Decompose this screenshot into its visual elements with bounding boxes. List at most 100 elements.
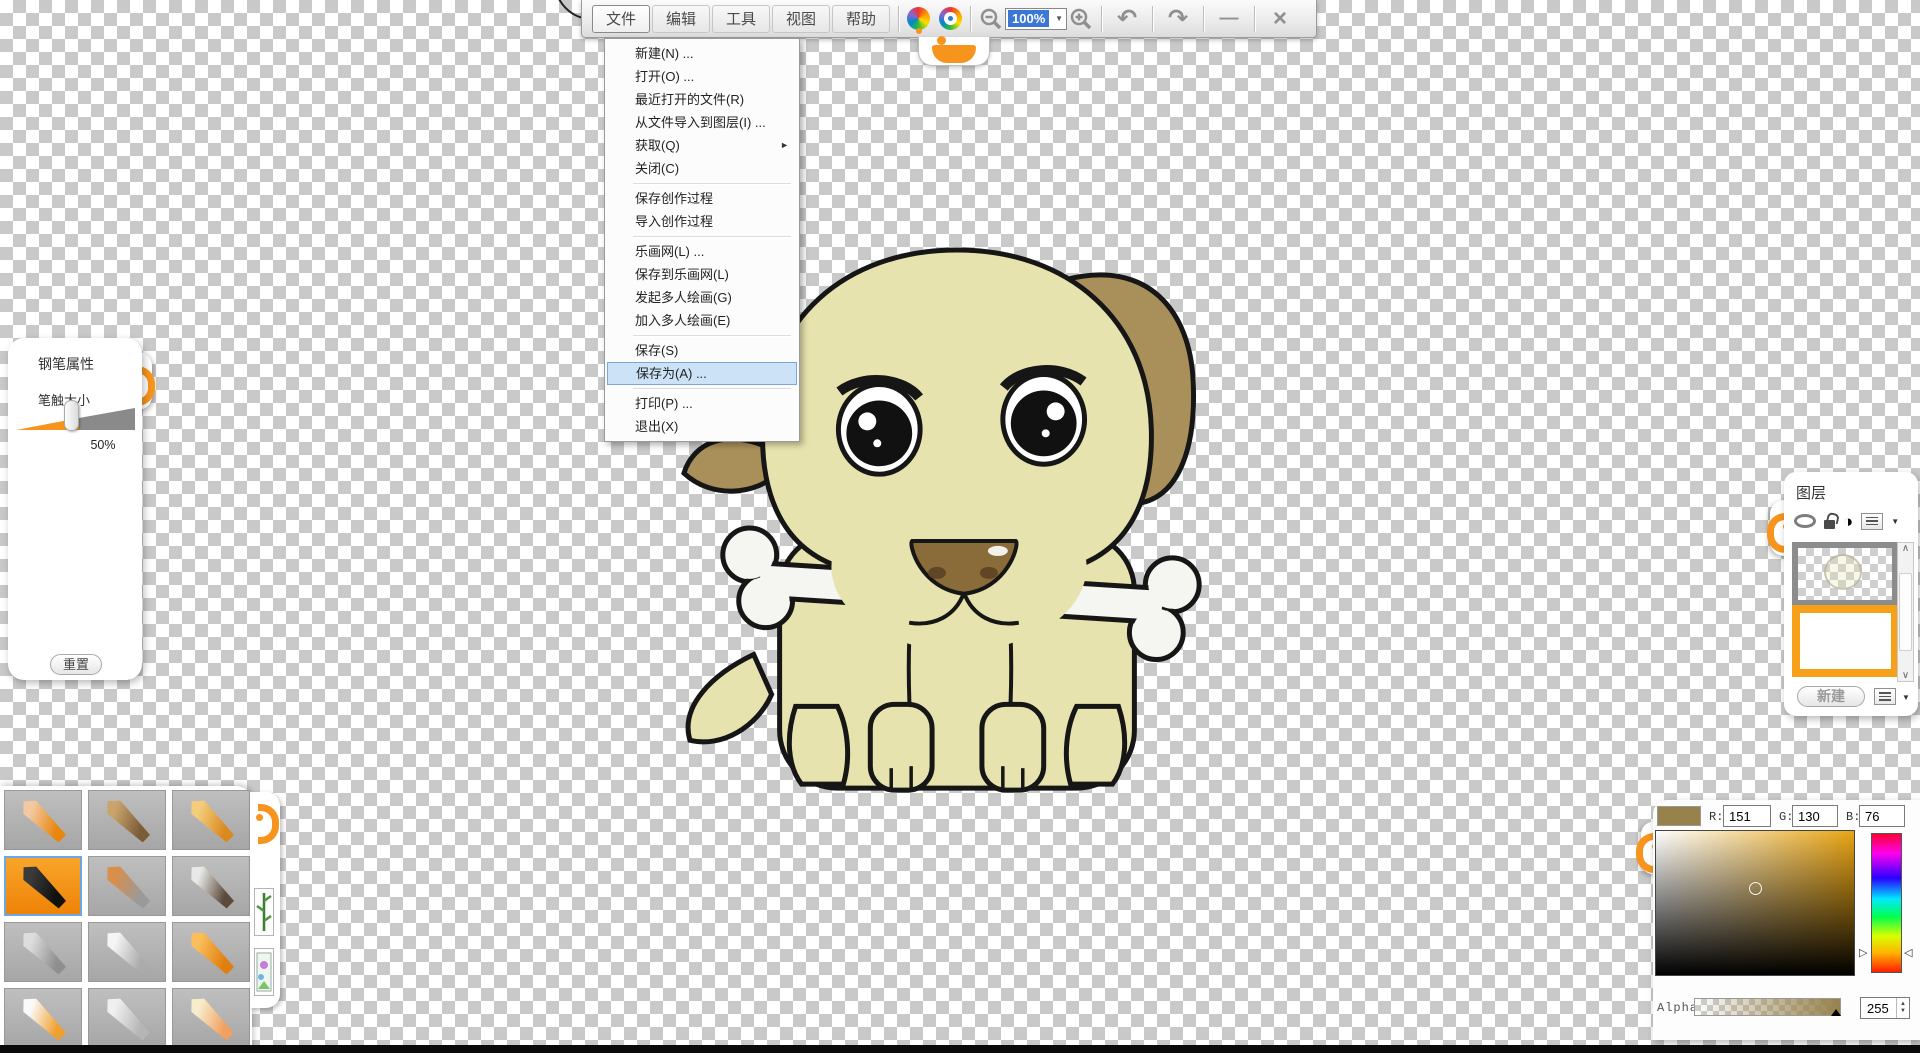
file-menu-item[interactable]: 加入多人绘画(E) [607, 309, 797, 332]
pen-properties-panel: 钢笔属性 笔触大小 50% 重置 [8, 338, 142, 680]
redo-icon[interactable]: ↷ [1161, 4, 1195, 34]
green-input[interactable] [1792, 805, 1838, 827]
file-menu-item[interactable]: 关闭(C) [607, 157, 797, 180]
zoom-level-field[interactable]: 100% ▼ [1005, 8, 1067, 30]
file-menu-item[interactable]: 保存为(A) ... [607, 362, 797, 385]
toolbar-collapse-tab[interactable] [918, 37, 990, 66]
file-menu-item[interactable]: 退出(X) [607, 415, 797, 438]
new-layer-button[interactable]: 新建 [1797, 686, 1865, 707]
layer-item-background-selected[interactable] [1792, 605, 1899, 677]
brush-size-slider-track[interactable] [79, 408, 135, 433]
undo-icon[interactable]: ↶ [1110, 4, 1144, 34]
layers-menu-button[interactable] [1874, 688, 1896, 705]
tool-airbrush[interactable] [4, 922, 82, 982]
file-menu-item[interactable]: 发起多人绘画(G) [607, 286, 797, 309]
menu-separator [633, 335, 791, 336]
layer-lock-icon[interactable] [1824, 520, 1835, 529]
layer-options-button[interactable] [1861, 513, 1883, 530]
zoom-out-icon[interactable] [979, 7, 1003, 31]
file-menu-item[interactable]: 打印(P) ... [607, 392, 797, 415]
file-menu-item[interactable]: 获取(Q)► [607, 134, 797, 157]
tool-eraser[interactable] [172, 988, 250, 1048]
file-menu-item[interactable]: 保存到乐画网(L) [607, 263, 797, 286]
brush-size-slider-thumb[interactable] [64, 400, 79, 431]
zoom-dropdown-icon[interactable]: ▼ [1052, 14, 1066, 23]
spin-down-icon[interactable]: ▼ [1900, 1008, 1906, 1015]
tool-grid [4, 790, 252, 1048]
saturation-value-picker[interactable] [1655, 830, 1855, 976]
picture-brush-button[interactable] [254, 948, 274, 996]
toolbar-separator [1101, 6, 1102, 32]
hue-slider[interactable] [1871, 833, 1902, 973]
minimize-button[interactable]: — [1212, 4, 1246, 34]
community-icon[interactable] [939, 7, 962, 30]
red-input[interactable] [1723, 805, 1771, 827]
layer-list-scrollbar[interactable]: ∧ ∨ [1897, 542, 1914, 682]
file-menu-item[interactable]: 导入创作过程 [607, 210, 797, 233]
alpha-spin-buttons[interactable]: ▲ ▼ [1896, 998, 1909, 1018]
lehua-logo-icon[interactable] [907, 7, 930, 30]
file-menu-item[interactable]: 保存创作过程 [607, 187, 797, 210]
file-menu-item[interactable]: 从文件导入到图层(I) ... [607, 111, 797, 134]
hue-marker-left-icon: ▷ [1859, 946, 1867, 959]
toolbar-separator [1203, 6, 1204, 32]
spin-up-icon[interactable]: ▲ [1900, 1001, 1906, 1008]
menu-tools[interactable]: 工具 [712, 5, 770, 33]
tool-marker[interactable] [4, 988, 82, 1048]
tool-paint-roller[interactable] [172, 922, 250, 982]
tool-pen[interactable] [4, 856, 82, 916]
alpha-slider[interactable] [1694, 998, 1841, 1016]
file-menu-item[interactable]: 保存(S) [607, 339, 797, 362]
canvas-background[interactable]: 文件 编辑 工具 视图 帮助 100% ▼ ↶ ↷ — × [0, 0, 1920, 1053]
layers-menu-dropdown-icon[interactable]: ▼ [1902, 693, 1910, 702]
alpha-gradient [1695, 999, 1840, 1015]
file-menu-item[interactable]: 打开(O) ... [607, 65, 797, 88]
layer-opacity-icon[interactable]: ◑ [1843, 513, 1853, 530]
bamboo-brush-button[interactable] [254, 888, 274, 936]
pen-panel-title: 钢笔属性 [38, 354, 94, 374]
layer-visibility-icon[interactable] [1794, 514, 1816, 528]
drop-pen-icon [100, 991, 154, 1044]
menu-edit[interactable]: 编辑 [652, 5, 710, 33]
tool-pencil[interactable] [4, 790, 82, 850]
toolbar-separator [970, 6, 971, 32]
zoom-in-icon[interactable] [1069, 7, 1093, 31]
menu-file[interactable]: 文件 [592, 5, 650, 33]
menu-item-label: 最近打开的文件(R) [635, 88, 789, 111]
menu-item-label: 获取(Q) [635, 134, 780, 157]
menu-item-label: 打开(O) ... [635, 65, 789, 88]
scrollbar-thumb[interactable] [1899, 573, 1912, 651]
close-button[interactable]: × [1263, 4, 1297, 34]
alpha-spinner[interactable]: 255 ▲ ▼ [1860, 997, 1910, 1019]
tool-oil-brush[interactable] [88, 856, 166, 916]
scroll-down-icon[interactable]: ∨ [1902, 670, 1909, 681]
scroll-up-icon[interactable]: ∧ [1902, 543, 1909, 554]
current-color-swatch [1657, 806, 1701, 826]
color-picker-panel: R: G: B: ▷ ◁ Alpha 255 ▲ ▼ [1653, 800, 1920, 1040]
file-menu-item[interactable]: 乐画网(L) ... [607, 240, 797, 263]
layer-options-dropdown-icon[interactable]: ▼ [1891, 517, 1899, 526]
menu-item-label: 加入多人绘画(E) [635, 309, 789, 332]
tool-ink-brush[interactable] [172, 856, 250, 916]
tool-crayon[interactable] [172, 790, 250, 850]
tool-brush[interactable] [88, 790, 166, 850]
menu-separator [633, 388, 791, 389]
color-picker-marker[interactable] [1749, 882, 1762, 895]
tool-drop-pen[interactable] [88, 988, 166, 1048]
blue-input[interactable] [1859, 805, 1905, 827]
reset-button[interactable]: 重置 [50, 654, 102, 675]
orange-handle-icon[interactable] [254, 802, 274, 836]
menu-item-label: 从文件导入到图层(I) ... [635, 111, 789, 134]
eraser-icon [184, 991, 238, 1044]
file-menu-item[interactable]: 最近打开的文件(R) [607, 88, 797, 111]
zoom-level-value: 100% [1008, 10, 1049, 27]
tool-palette-knife[interactable] [88, 922, 166, 982]
menu-help[interactable]: 帮助 [832, 5, 890, 33]
tool-palette-side-strip [250, 792, 280, 1008]
brush-icon [100, 793, 154, 846]
pen-icon [16, 859, 70, 912]
menu-view[interactable]: 视图 [772, 5, 830, 33]
layer-item-sketch[interactable] [1792, 542, 1898, 606]
file-menu-item[interactable]: 新建(N) ... [607, 42, 797, 65]
alpha-marker-icon[interactable] [1831, 1009, 1841, 1016]
